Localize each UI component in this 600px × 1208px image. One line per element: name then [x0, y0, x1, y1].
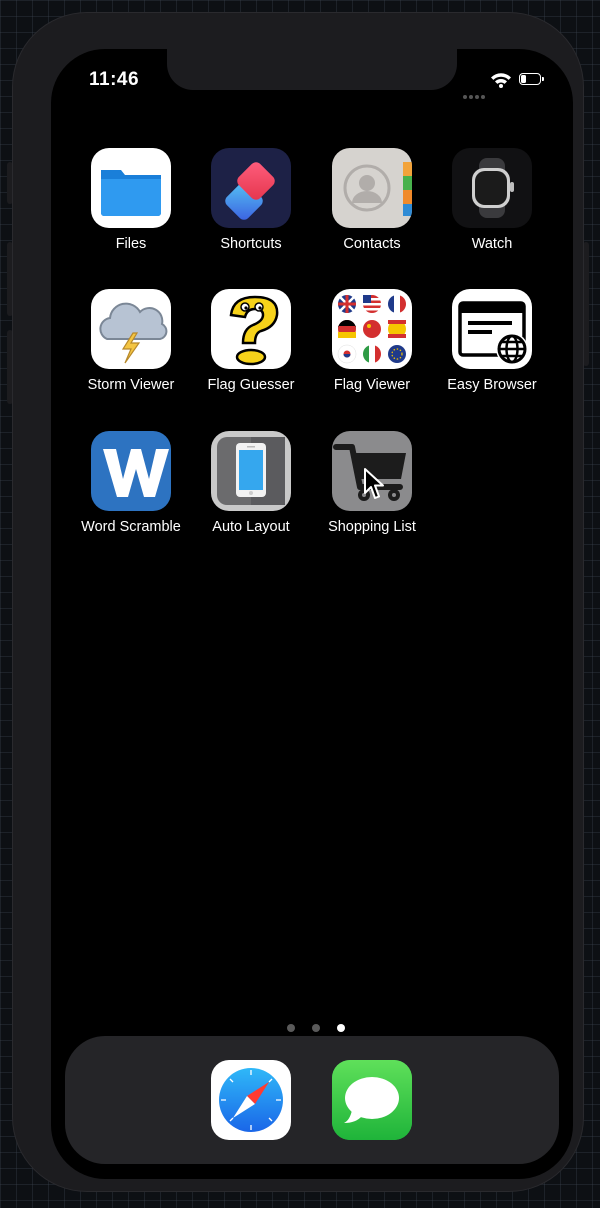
safari-compass-icon[interactable] — [211, 1060, 291, 1140]
battery-icon — [519, 73, 544, 85]
messages-bubble-icon[interactable] — [332, 1060, 412, 1140]
power-button — [583, 242, 589, 366]
page-indicator[interactable] — [287, 1017, 357, 1036]
app-files[interactable]: Files — [72, 148, 190, 252]
app-label: Contacts — [343, 236, 401, 252]
app-auto-layout[interactable]: Auto Layout — [192, 431, 310, 535]
phone-frame: 11:46 Files Shortcuts Contacts Watch Sto… — [13, 13, 583, 1191]
app-shortcuts[interactable]: Shortcuts — [192, 148, 310, 252]
app-label: Flag Guesser — [207, 377, 295, 393]
phone-layout-icon — [211, 431, 291, 511]
browser-globe-icon — [452, 289, 532, 369]
page-dot — [312, 1024, 321, 1032]
storm-cloud-icon — [91, 289, 171, 369]
wifi-icon — [490, 72, 512, 92]
mouse-pointer-icon — [363, 467, 387, 505]
app-label: Files — [115, 236, 147, 252]
letter-w-icon — [91, 431, 171, 511]
page-dot — [287, 1024, 295, 1032]
app-label: Easy Browser — [447, 377, 537, 393]
app-label: Shopping List — [328, 519, 416, 535]
app-flag-viewer[interactable]: Flag Viewer — [313, 289, 431, 393]
status-time: 11:46 — [89, 69, 140, 90]
home-screen: 11:46 Files Shortcuts Contacts Watch Sto… — [51, 49, 573, 1179]
flags-grid-icon — [332, 289, 412, 369]
app-label: Word Scramble — [81, 519, 181, 535]
contacts-icon — [332, 148, 412, 228]
app-label: Auto Layout — [212, 519, 290, 535]
app-contacts[interactable]: Contacts — [313, 148, 431, 252]
files-icon — [91, 148, 171, 228]
app-storm-viewer[interactable]: Storm Viewer — [72, 289, 190, 393]
app-label: Flag Viewer — [333, 377, 411, 393]
page-dot-current — [337, 1024, 346, 1032]
app-easy-browser[interactable]: Easy Browser — [433, 289, 551, 393]
app-word-scramble[interactable]: Word Scramble — [72, 431, 190, 535]
app-watch[interactable]: Watch — [433, 148, 551, 252]
app-label: Watch — [471, 236, 513, 252]
question-mark-icon — [211, 289, 291, 369]
app-label: Storm Viewer — [87, 377, 175, 393]
shortcuts-icon — [211, 148, 291, 228]
watch-icon — [452, 148, 532, 228]
cellular-signal-icon — [463, 84, 487, 103]
notch — [167, 49, 457, 90]
app-flag-guesser[interactable]: Flag Guesser — [192, 289, 310, 393]
app-label: Shortcuts — [220, 236, 282, 252]
dock — [65, 1036, 559, 1164]
